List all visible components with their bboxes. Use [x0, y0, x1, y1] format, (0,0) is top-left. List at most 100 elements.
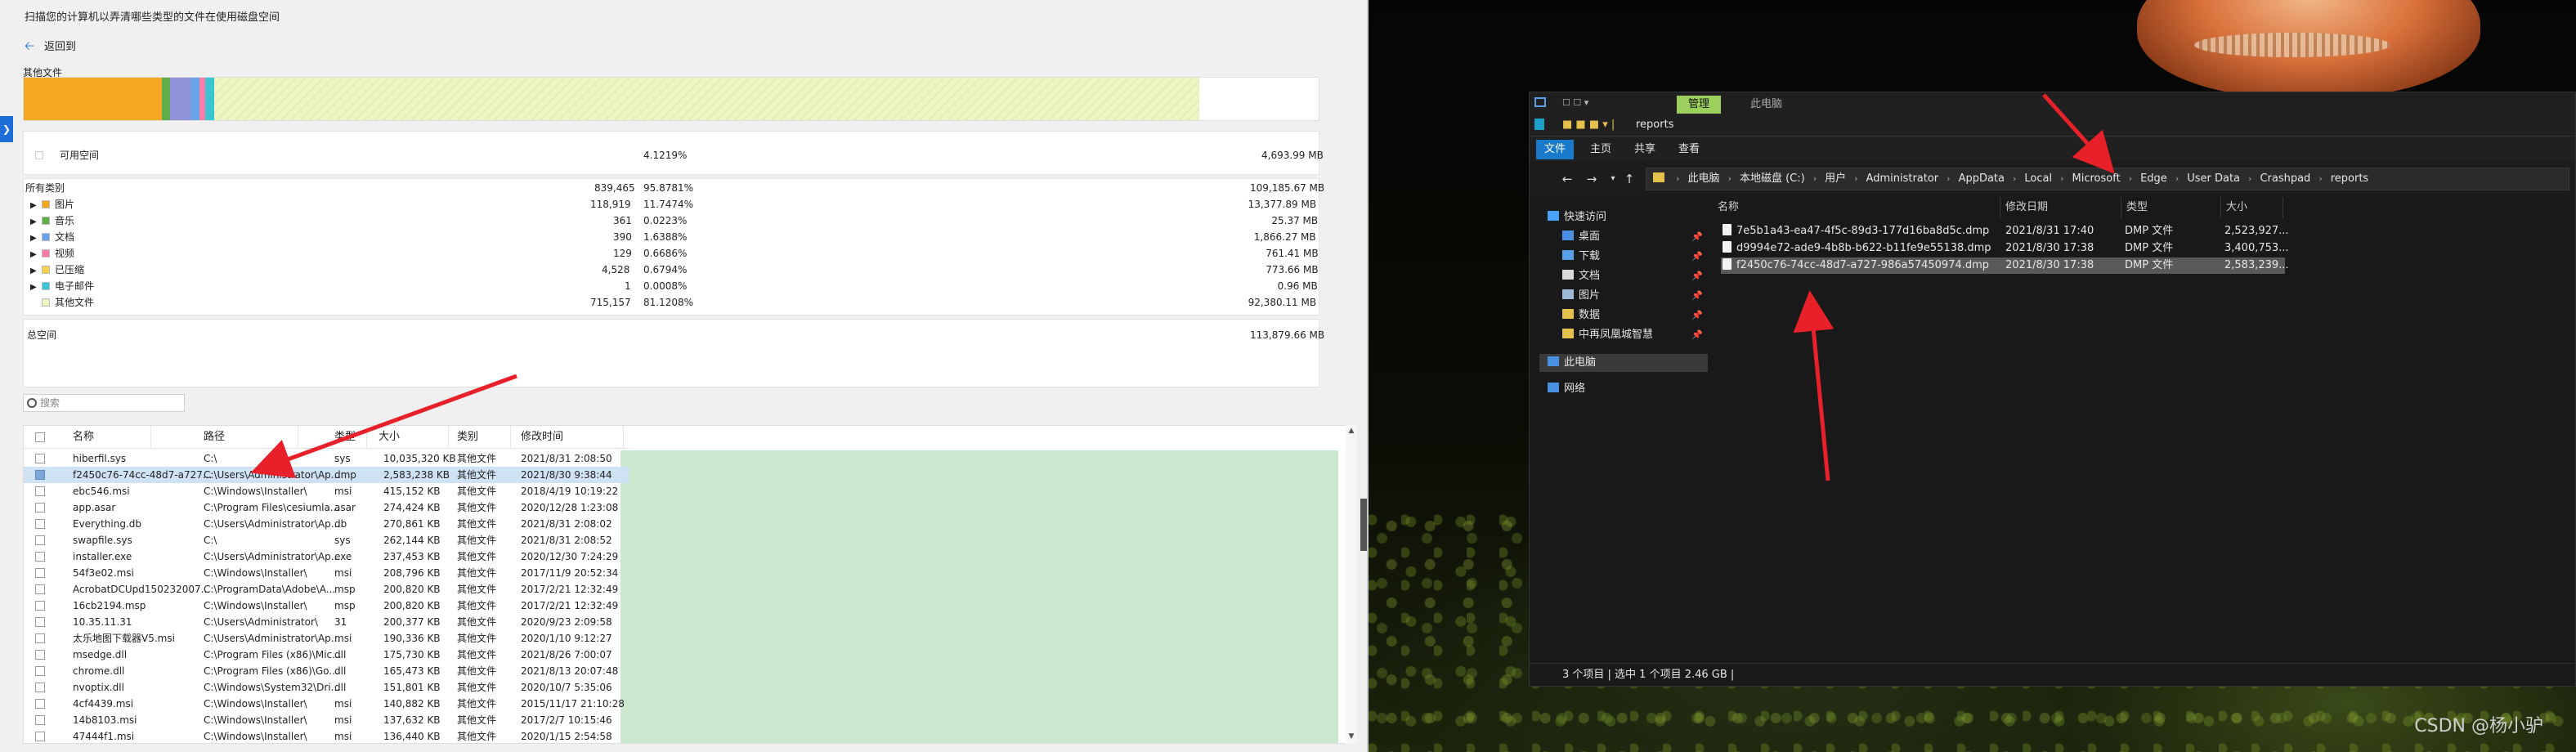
column-header-name[interactable]: 名称	[1714, 197, 2000, 218]
expand-icon[interactable]: ▶	[30, 213, 40, 230]
breadcrumb-item[interactable]: 此电脑	[1688, 168, 1720, 190]
expand-icon[interactable]	[30, 295, 40, 310]
row-checkbox[interactable]	[35, 568, 45, 578]
category-row[interactable]: 其他文件 715,157 81.1208% 92,380.11 MB	[24, 295, 1320, 310]
expand-icon[interactable]: ▶	[30, 197, 40, 213]
column-header-path[interactable]: 路径	[200, 426, 298, 449]
breadcrumb-separator-icon[interactable]: ›	[2129, 168, 2132, 190]
breadcrumb-separator-icon[interactable]: ›	[2318, 168, 2322, 190]
table-row[interactable]: app.asar C:\Program Files\cesiumla... asar…	[24, 499, 629, 516]
column-header-type[interactable]: 类型	[331, 426, 367, 449]
breadcrumb-separator-icon[interactable]: ›	[1728, 168, 1732, 190]
sidebar-item[interactable]: 快速访问	[1539, 208, 1708, 226]
category-row[interactable]: ▶ 音乐 361 0.0223% 25.37 MB	[24, 213, 1320, 228]
table-row[interactable]: 54f3e02.msi C:\Windows\Installer\ msi 208,7…	[24, 565, 629, 581]
breadcrumb-item[interactable]: Microsoft	[2072, 168, 2121, 190]
sidebar-item[interactable]: 此电脑	[1539, 354, 1708, 372]
quick-access-toolbar-icons[interactable]: ☐ ☐ ▾	[1562, 97, 1588, 108]
address-bar[interactable]: › 此电脑 › 本地磁盘 (C:) › 用户 › Administrator › AppData ›…	[1646, 168, 2569, 190]
column-header-name[interactable]: 名称	[69, 426, 151, 449]
expand-icon[interactable]: ▶	[30, 246, 40, 262]
column-header-size[interactable]: 大小	[2223, 197, 2283, 218]
breadcrumb-separator-icon[interactable]: ›	[2060, 168, 2063, 190]
table-row[interactable]: Everything.db C:\Users\Administrator\Ap..…	[24, 516, 629, 532]
table-row[interactable]: 47444f1.msi C:\Windows\Installer\ msi 136,4…	[24, 728, 629, 743]
table-row[interactable]: msedge.dll C:\Program Files (x86)\Mic... d…	[24, 647, 629, 663]
ribbon-tab-view[interactable]: 查看	[1670, 140, 1708, 159]
row-checkbox[interactable]	[35, 666, 45, 676]
breadcrumb-item[interactable]: reports	[2331, 168, 2368, 190]
row-checkbox[interactable]	[35, 454, 45, 463]
ribbon-tab-home[interactable]: 主页	[1582, 140, 1620, 159]
category-row[interactable]: ▶ 已压缩 4,528 0.6794% 773.66 MB	[24, 262, 1320, 277]
table-row[interactable]: 4cf4439.msi C:\Windows\Installer\ msi 140,8…	[24, 696, 629, 712]
breadcrumb-item[interactable]: Local	[2024, 168, 2052, 190]
breadcrumb-separator-icon[interactable]: ›	[1947, 168, 1950, 190]
table-row[interactable]: AcrobatDCUpd150232007... C:\ProgramData\A…	[24, 581, 629, 598]
row-checkbox[interactable]	[35, 732, 45, 741]
row-checkbox[interactable]	[35, 552, 45, 562]
row-checkbox[interactable]	[35, 503, 45, 513]
breadcrumb-separator-icon[interactable]: ›	[1813, 168, 1817, 190]
table-row[interactable]: 太乐地图下载器V5.msi C:\Users\Administrator\Ap..…	[24, 630, 629, 647]
expand-icon[interactable]: ▶	[30, 262, 40, 279]
sidebar-item[interactable]: 下载 📌	[1539, 248, 1708, 266]
column-header-type[interactable]: 类型	[2123, 197, 2221, 218]
back-icon[interactable]: ←	[1559, 171, 1575, 187]
category-row[interactable]: ▶ 文档 390 1.6388% 1,866.27 MB	[24, 230, 1320, 244]
select-all-checkbox[interactable]	[35, 432, 45, 442]
row-checkbox[interactable]	[35, 486, 45, 496]
row-checkbox[interactable]	[35, 715, 45, 725]
row-checkbox[interactable]	[35, 519, 45, 529]
breadcrumb-separator-icon[interactable]: ›	[2248, 168, 2251, 190]
column-header-category[interactable]: 类别	[454, 426, 511, 449]
table-row[interactable]: 16cb2194.msp C:\Windows\Installer\ msp 200,…	[24, 598, 629, 614]
breadcrumb-separator-icon[interactable]: ›	[1854, 168, 1857, 190]
breadcrumb-separator-icon[interactable]: ›	[1676, 168, 1679, 190]
ribbon-tab-file[interactable]: 文件	[1536, 140, 1575, 159]
scroll-up-icon[interactable]: ▲	[1346, 427, 1356, 436]
expand-icon[interactable]: ▶	[30, 230, 40, 246]
category-row[interactable]: ▶ 电子邮件 1 0.0008% 0.96 MB	[24, 279, 1320, 293]
table-row[interactable]: 10.35.11.31 C:\Users\Administrator\ 31 200,…	[24, 614, 629, 630]
file-row[interactable]: d9994e72-ade9-4b8b-b622-b11fe9e55138.dmp…	[1721, 240, 2289, 257]
back-button[interactable]: 🡠 返回到	[25, 38, 76, 53]
file-list-scrollbar[interactable]: ▲ ▼	[1346, 425, 1357, 744]
table-row[interactable]: nvoptix.dll C:\Windows\System32\Dri... dll…	[24, 679, 629, 696]
folder-toolbar-icons[interactable]: ■ ■ ■ ▾ |	[1562, 119, 1615, 131]
table-row[interactable]: f2450c76-74cc-48d7-a727... C:\Users\Admin…	[24, 467, 629, 483]
expand-icon[interactable]: ▶	[30, 279, 40, 295]
breadcrumb-separator-icon[interactable]: ›	[2175, 168, 2179, 190]
file-row[interactable]: f2450c76-74cc-48d7-a727-986a57450974.dmp…	[1721, 257, 2289, 274]
sidebar-item[interactable]: 中再凤凰城智慧 📌	[1539, 326, 1708, 344]
row-checkbox[interactable]	[35, 683, 45, 692]
category-row[interactable]: ▶ 视频 129 0.6686% 761.41 MB	[24, 246, 1320, 261]
tab-this-pc[interactable]: 此电脑	[1750, 96, 1782, 114]
breadcrumb-item[interactable]: Crashpad	[2260, 168, 2310, 190]
table-row[interactable]: chrome.dll C:\Program Files (x86)\Go... dl…	[24, 663, 629, 679]
sidebar-item[interactable]: 桌面 📌	[1539, 228, 1708, 246]
scroll-down-icon[interactable]: ▼	[1346, 732, 1356, 742]
table-row[interactable]: hiberfil.sys C:\ sys 10,035,320 KB 其他文件 2021/…	[24, 450, 629, 467]
row-checkbox[interactable]	[35, 699, 45, 709]
breadcrumb-item[interactable]: AppData	[1959, 168, 2005, 190]
resize-handle[interactable]	[1360, 499, 1367, 551]
sidebar-item[interactable]: 图片 📌	[1539, 287, 1708, 305]
row-checkbox[interactable]	[35, 535, 45, 545]
breadcrumb-separator-icon[interactable]: ›	[2013, 168, 2016, 190]
column-header-size[interactable]: 大小	[375, 426, 449, 449]
sidebar-item[interactable]: 网络	[1539, 380, 1708, 398]
search-input[interactable]: 搜索	[23, 394, 185, 412]
breadcrumb-item[interactable]: 用户	[1825, 168, 1846, 190]
row-checkbox[interactable]	[35, 650, 45, 660]
breadcrumb-item[interactable]: 本地磁盘 (C:)	[1740, 168, 1805, 190]
breadcrumb-item[interactable]: Edge	[2140, 168, 2167, 190]
breadcrumb-item[interactable]: User Data	[2187, 168, 2240, 190]
breadcrumb-item[interactable]: Administrator	[1866, 168, 1939, 190]
table-row[interactable]: 14b8103.msi C:\Windows\Installer\ msi 137,6…	[24, 712, 629, 728]
table-row[interactable]: ebc546.msi C:\Windows\Installer\ msi 415,15…	[24, 483, 629, 499]
file-row[interactable]: 7e5b1a43-ea47-4f5c-89d3-177d16ba8d5c.dmp…	[1721, 223, 2289, 239]
sidebar-item[interactable]: 文档 📌	[1539, 267, 1708, 285]
row-checkbox[interactable]	[35, 633, 45, 643]
column-header-date[interactable]: 修改日期	[2002, 197, 2121, 218]
